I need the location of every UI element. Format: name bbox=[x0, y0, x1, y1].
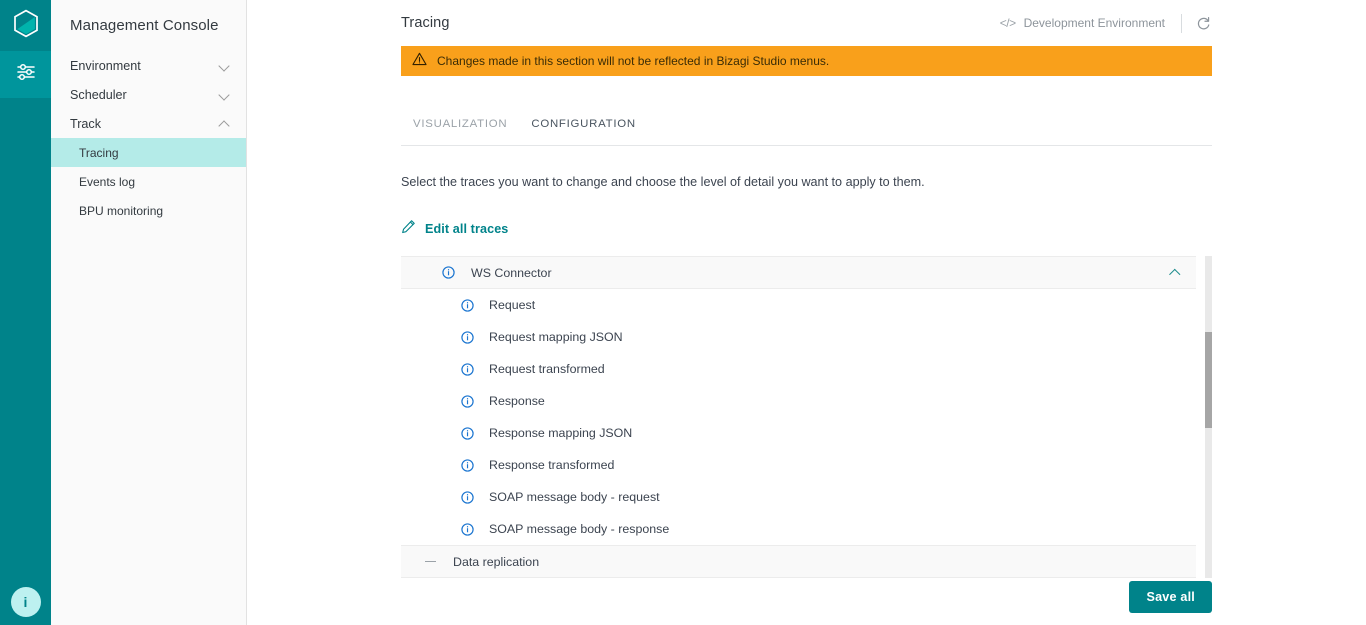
trace-item-label: Request mapping JSON bbox=[489, 330, 623, 344]
trace-item-label: Response mapping JSON bbox=[489, 426, 633, 440]
sidebar-item-bpu-monitoring-label: BPU monitoring bbox=[79, 203, 164, 218]
tab-configuration-label: CONFIGURATION bbox=[531, 118, 636, 130]
code-brackets-icon: </> bbox=[999, 16, 1016, 30]
warning-banner: Changes made in this section will not be… bbox=[401, 46, 1212, 76]
pencil-edit-icon bbox=[401, 219, 416, 239]
sliders-settings-icon bbox=[15, 61, 37, 88]
sidebar-group-environment[interactable]: Environment bbox=[51, 51, 246, 80]
app-logo[interactable] bbox=[0, 0, 51, 51]
sidebar-item-tracing[interactable]: Tracing bbox=[51, 138, 246, 167]
management-console-app: i Management Console Environment Schedul… bbox=[0, 0, 1366, 625]
scrollbar-track[interactable] bbox=[1205, 256, 1212, 578]
edit-all-traces-button[interactable]: Edit all traces bbox=[401, 219, 508, 239]
chevron-up-icon[interactable] bbox=[1171, 270, 1180, 276]
trace-item-row[interactable]: Response mapping JSON bbox=[401, 417, 1196, 449]
trace-item-label: SOAP message body - response bbox=[489, 522, 670, 536]
scrollbar-thumb[interactable] bbox=[1205, 332, 1212, 428]
chevron-up-icon bbox=[219, 120, 230, 127]
icon-rail: i bbox=[0, 0, 51, 625]
info-circle-icon bbox=[461, 362, 474, 376]
sidebar-group-scheduler[interactable]: Scheduler bbox=[51, 80, 246, 109]
warning-banner-text: Changes made in this section will not be… bbox=[437, 54, 830, 68]
main-content: Tracing </> Development Environment Chan… bbox=[247, 0, 1366, 625]
trace-group-label: Data replication bbox=[453, 554, 540, 569]
info-circle-icon bbox=[461, 490, 474, 504]
help-info-button[interactable]: i bbox=[10, 587, 41, 617]
info-circle-icon bbox=[461, 330, 474, 344]
trace-item-row[interactable]: Response transformed bbox=[401, 449, 1196, 481]
bizagi-hexagon-logo-icon bbox=[13, 9, 39, 43]
chevron-down-icon bbox=[219, 91, 230, 98]
tab-visualization-label: VISUALIZATION bbox=[413, 118, 508, 130]
instruction-text: Select the traces you want to change and… bbox=[401, 175, 925, 189]
save-all-button[interactable]: Save all bbox=[1129, 581, 1212, 613]
trace-item-row[interactable]: Request mapping JSON bbox=[401, 321, 1196, 353]
info-circle-icon bbox=[461, 458, 474, 472]
trace-item-label: Request transformed bbox=[489, 362, 605, 376]
help-button-wrap: i bbox=[0, 587, 51, 617]
info-circle-icon bbox=[461, 298, 474, 312]
sidebar-item-events-log[interactable]: Events log bbox=[51, 167, 246, 196]
edit-all-traces-label: Edit all traces bbox=[425, 222, 509, 236]
refresh-icon[interactable] bbox=[1194, 14, 1212, 32]
sidebar-item-settings[interactable] bbox=[0, 51, 51, 98]
sidebar-group-track-label: Track bbox=[70, 116, 102, 131]
environment-label: Development Environment bbox=[1023, 16, 1165, 30]
sidebar-group-track[interactable]: Track bbox=[51, 109, 246, 138]
traces-list: WS Connector Request Request mapping JSO… bbox=[401, 256, 1212, 578]
sidebar-group-environment-label: Environment bbox=[70, 58, 141, 73]
info-circle-icon bbox=[461, 522, 474, 536]
tab-configuration[interactable]: CONFIGURATION bbox=[519, 118, 647, 140]
trace-group-row[interactable]: WS Connector bbox=[401, 256, 1196, 289]
warning-triangle-icon bbox=[412, 52, 427, 71]
trace-group-row[interactable]: Data replication bbox=[401, 545, 1196, 578]
trace-item-label: Request bbox=[489, 298, 536, 312]
info-circle-icon bbox=[442, 266, 455, 279]
tab-visualization[interactable]: VISUALIZATION bbox=[401, 118, 519, 140]
trace-item-row[interactable]: SOAP message body - request bbox=[401, 481, 1196, 513]
sidebar-item-bpu-monitoring[interactable]: BPU monitoring bbox=[51, 196, 246, 225]
environment-indicator: </> Development Environment bbox=[999, 13, 1212, 33]
help-info-label: i bbox=[23, 594, 28, 610]
footer-actions: Save all bbox=[1129, 581, 1212, 613]
info-circle-icon bbox=[461, 394, 474, 408]
divider bbox=[1181, 13, 1182, 33]
sidebar-title: Management Console bbox=[70, 17, 219, 34]
sidebar-item-tracing-label: Tracing bbox=[79, 145, 119, 160]
trace-item-row[interactable]: Request transformed bbox=[401, 353, 1196, 385]
sidebar-group-scheduler-label: Scheduler bbox=[70, 87, 127, 102]
trace-group-label: WS Connector bbox=[471, 265, 552, 280]
trace-item-label: Response transformed bbox=[489, 458, 615, 472]
traces-list-panel: WS Connector Request Request mapping JSO… bbox=[401, 256, 1212, 578]
dash-icon bbox=[424, 555, 437, 568]
trace-item-label: SOAP message body - request bbox=[489, 490, 660, 504]
trace-item-row[interactable]: SOAP message body - response bbox=[401, 513, 1196, 545]
sidebar-item-events-log-label: Events log bbox=[79, 174, 136, 189]
trace-item-label: Response bbox=[489, 394, 545, 408]
chevron-down-icon bbox=[219, 62, 230, 69]
top-bar: Tracing </> Development Environment bbox=[247, 0, 1366, 46]
tab-bar: VISUALIZATION CONFIGURATION bbox=[401, 118, 1212, 146]
info-circle-icon bbox=[461, 426, 474, 440]
sidebar: Management Console Environment Scheduler… bbox=[51, 0, 247, 625]
trace-item-row[interactable]: Request bbox=[401, 289, 1196, 321]
trace-item-row[interactable]: Response bbox=[401, 385, 1196, 417]
page-title: Tracing bbox=[401, 15, 450, 31]
